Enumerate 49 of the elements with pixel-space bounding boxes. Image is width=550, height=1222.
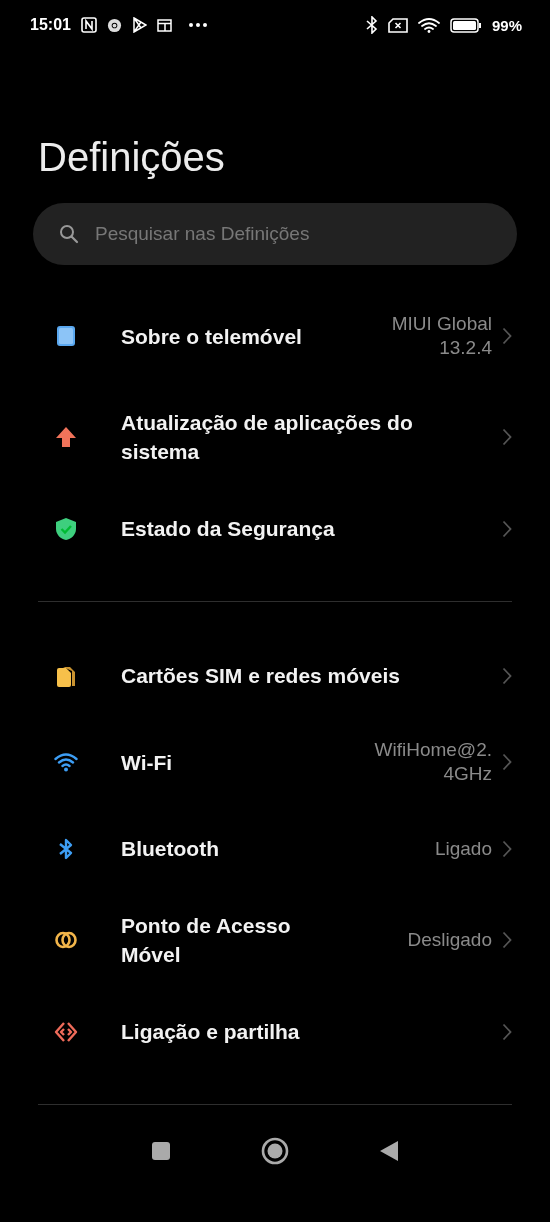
settings-item[interactable]: Atualização de aplicações do sistema — [0, 384, 550, 490]
chevron-right-icon — [502, 428, 512, 446]
shield-icon — [54, 516, 78, 541]
chevron-right-icon — [502, 931, 512, 949]
settings-item[interactable]: Wi-Fi WifiHome@2.4GHz — [0, 714, 550, 810]
settings-item-label: Bluetooth — [121, 836, 220, 862]
settings-item-label: Sobre o telemóvel — [121, 323, 303, 350]
settings-item[interactable]: Bluetooth Ligado — [0, 810, 550, 887]
chevron-right-icon — [502, 519, 512, 538]
chevron-right-icon — [502, 753, 512, 771]
wifi-icon — [54, 750, 78, 774]
recents-button[interactable] — [151, 1141, 171, 1161]
battery-percent: 99% — [491, 16, 522, 34]
no-sim-icon — [387, 17, 408, 33]
battery-icon — [449, 17, 482, 33]
page-title: Definições — [38, 134, 226, 181]
status-time: 15:01 — [30, 16, 71, 34]
settings-item[interactable]: Cartões SIM e redes móveis — [0, 637, 550, 714]
settings-item-label: Ligação e partilha — [121, 1019, 301, 1045]
nfc-icon — [80, 17, 97, 33]
chevron-right-icon — [502, 839, 512, 858]
settings-item-label: Cartões SIM e redes móveis — [121, 663, 401, 689]
settings-item[interactable]: Estado da Segurança — [0, 490, 550, 567]
settings-item-value: MIUI Global 13.2.4 — [390, 312, 492, 360]
browser-icon — [106, 17, 122, 33]
settings-item[interactable]: Sobre o telemóvel MIUI Global 13.2.4 — [0, 288, 550, 384]
chevron-right-icon — [502, 1022, 512, 1041]
settings-item[interactable]: Ponto de Acesso Móvel Desligado — [0, 887, 550, 993]
back-button[interactable] — [379, 1140, 399, 1162]
settings-item-value: WifiHome@2.4GHz — [373, 738, 492, 786]
search-field[interactable]: Pesquisar nas Definições — [33, 203, 517, 265]
play-store-icon — [131, 17, 147, 33]
bluetooth-icon — [365, 16, 378, 34]
more-icon — [187, 22, 208, 28]
settings-item-value: Ligado — [433, 836, 492, 861]
arrow-up-icon — [54, 425, 78, 449]
settings-item[interactable]: Ligação e partilha — [0, 993, 550, 1070]
search-icon — [59, 224, 79, 244]
settings-item-value: Desligado — [406, 928, 492, 952]
wifi-icon — [417, 17, 440, 33]
window-icon — [156, 18, 172, 32]
settings-item-label: Estado da Segurança — [121, 516, 336, 542]
chevron-right-icon — [502, 666, 512, 685]
settings-item-label: Atualização de aplicações do sistema — [121, 410, 414, 465]
phone-icon — [54, 324, 78, 348]
chevron-right-icon — [502, 327, 512, 345]
home-button[interactable] — [261, 1137, 289, 1165]
settings-item-label: Ponto de Acesso Móvel — [121, 913, 292, 968]
settings-item-label: Wi-Fi — [121, 749, 174, 776]
